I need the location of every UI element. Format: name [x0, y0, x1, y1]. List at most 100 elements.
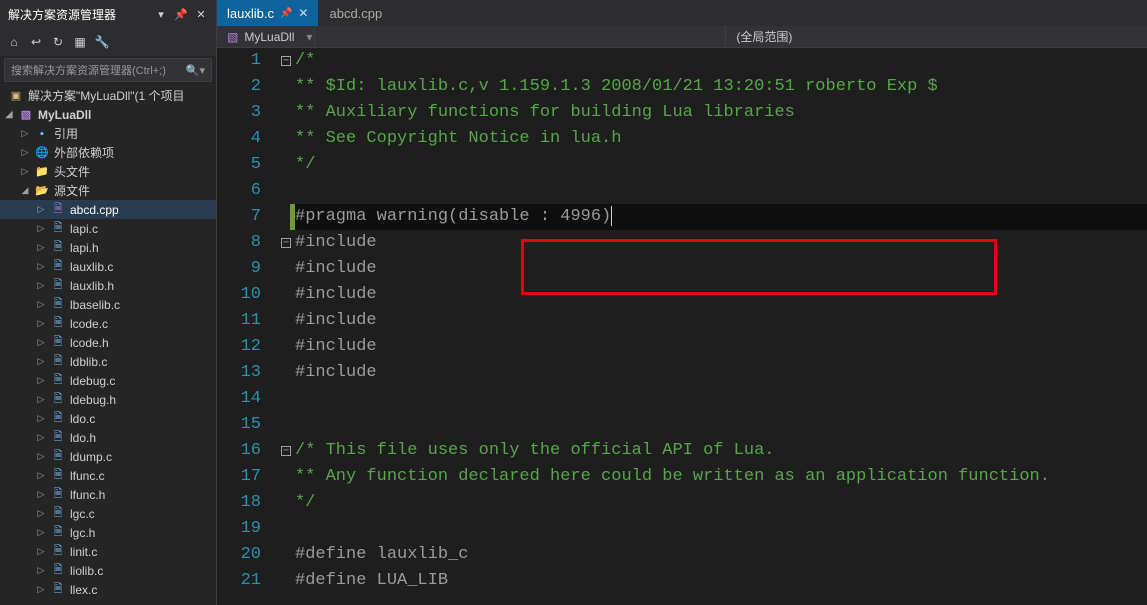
file-item[interactable]: ▷🗎llex.c	[0, 580, 216, 599]
fold-toggle[interactable]: −	[281, 238, 291, 248]
expander-icon[interactable]: ▷	[36, 547, 46, 557]
file-item[interactable]: ▷🗎lauxlib.h	[0, 276, 216, 295]
expander-icon[interactable]: ▷	[36, 319, 46, 329]
close-icon[interactable]: ✕	[298, 6, 308, 20]
chevron-down-icon[interactable]: ▾	[304, 30, 314, 44]
expander-icon[interactable]: ▷	[36, 338, 46, 348]
code-lines[interactable]: /*** $Id: lauxlib.c,v 1.159.1.3 2008/01/…	[295, 48, 1147, 605]
file-item[interactable]: ▷🗎lgc.h	[0, 523, 216, 542]
code-line[interactable]: #pragma warning(disable : 4996)	[295, 204, 1147, 230]
breadcrumb-project[interactable]: ▧ MyLuaDll	[217, 30, 304, 44]
search-placeholder: 搜索解决方案资源管理器(Ctrl+;)	[11, 62, 186, 78]
expander-icon[interactable]: ▷	[36, 452, 46, 462]
file-item[interactable]: ▷🗎ldebug.c	[0, 371, 216, 390]
file-item[interactable]: ▷🗎lcode.c	[0, 314, 216, 333]
file-item[interactable]: ▷🗎lfunc.h	[0, 485, 216, 504]
expander-icon[interactable]: ▷	[36, 376, 46, 386]
expander-icon[interactable]: ▷	[36, 224, 46, 234]
fold-column[interactable]: − − −	[277, 48, 295, 605]
file-icon: 🗎	[50, 563, 66, 579]
file-item[interactable]: ▷🗎lfunc.c	[0, 466, 216, 485]
expander-icon[interactable]: ▷	[20, 129, 30, 139]
expander-icon[interactable]: ▷	[36, 566, 46, 576]
expander-icon[interactable]: ▷	[36, 414, 46, 424]
properties-icon[interactable]: 🔧	[94, 34, 110, 50]
expander-icon[interactable]: ▷	[36, 509, 46, 519]
file-item[interactable]: ▷🗎abcd.cpp	[0, 200, 216, 219]
expander-icon[interactable]: ▷	[36, 433, 46, 443]
expander-icon[interactable]: ◢	[20, 186, 30, 196]
code-line[interactable]: #include	[295, 360, 1147, 386]
file-item[interactable]: ▷🗎ldebug.h	[0, 390, 216, 409]
file-item[interactable]: ▷🗎lbaselib.c	[0, 295, 216, 314]
code-line[interactable]: /*	[295, 48, 1147, 74]
expander-icon[interactable]: ▷	[20, 148, 30, 158]
code-line[interactable]	[295, 412, 1147, 438]
file-item[interactable]: ▷🗎lapi.h	[0, 238, 216, 257]
expander-icon[interactable]: ▷	[36, 300, 46, 310]
code-line[interactable]: #define lauxlib_c	[295, 542, 1147, 568]
fold-toggle[interactable]: −	[281, 446, 291, 456]
code-line[interactable]: #define LUA_LIB	[295, 568, 1147, 594]
expander-icon[interactable]: ▷	[36, 205, 46, 215]
fold-toggle[interactable]: −	[281, 56, 291, 66]
code-line[interactable]: ** $Id: lauxlib.c,v 1.159.1.3 2008/01/21…	[295, 74, 1147, 100]
code-line[interactable]: #include	[295, 282, 1147, 308]
code-line[interactable]	[295, 516, 1147, 542]
tab-abcd-cpp[interactable]: abcd.cpp	[319, 0, 392, 26]
code-line[interactable]: */	[295, 490, 1147, 516]
code-line[interactable]: #include	[295, 230, 1147, 256]
sync-icon[interactable]: ↻	[50, 34, 66, 50]
code-editor[interactable]: 123456789101112131415161718192021 −−− /*…	[217, 48, 1147, 605]
expander-icon[interactable]: ▷	[36, 490, 46, 500]
file-item[interactable]: ▷🗎lauxlib.c	[0, 257, 216, 276]
code-line[interactable]: ** Auxiliary functions for building Lua …	[295, 100, 1147, 126]
solution-tree[interactable]: ▣ 解决方案"MyLuaDll"(1 个项目 ◢ ▧ MyLuaDll ▷ ▪ …	[0, 84, 216, 605]
pin-icon[interactable]: 📌	[174, 7, 188, 21]
external-deps-node[interactable]: ▷ 🌐 外部依赖项	[0, 143, 216, 162]
code-line[interactable]: #include	[295, 256, 1147, 282]
references-node[interactable]: ▷ ▪ 引用	[0, 124, 216, 143]
file-item[interactable]: ▷🗎liolib.c	[0, 561, 216, 580]
expander-icon[interactable]: ▷	[36, 243, 46, 253]
expander-icon[interactable]: ▷	[36, 357, 46, 367]
project-node[interactable]: ◢ ▧ MyLuaDll	[0, 105, 216, 124]
solution-node[interactable]: ▣ 解决方案"MyLuaDll"(1 个项目	[0, 86, 216, 105]
expander-icon[interactable]: ▷	[20, 167, 30, 177]
panel-dropdown-icon[interactable]: ▾	[154, 7, 168, 21]
expander-icon[interactable]: ▷	[36, 528, 46, 538]
code-line[interactable]	[295, 178, 1147, 204]
code-line[interactable]: ** Any function declared here could be w…	[295, 464, 1147, 490]
expander-icon[interactable]: ▷	[36, 281, 46, 291]
file-item[interactable]: ▷🗎lgc.c	[0, 504, 216, 523]
code-line[interactable]: /* This file uses only the official API …	[295, 438, 1147, 464]
headers-node[interactable]: ▷ 📁 头文件	[0, 162, 216, 181]
code-line[interactable]: #include	[295, 308, 1147, 334]
file-item[interactable]: ▷🗎ldo.h	[0, 428, 216, 447]
expander-icon[interactable]: ▷	[36, 585, 46, 595]
code-line[interactable]: */	[295, 152, 1147, 178]
expander-icon[interactable]: ▷	[36, 471, 46, 481]
file-item[interactable]: ▷🗎ldblib.c	[0, 352, 216, 371]
tab-lauxlib-c[interactable]: lauxlib.c📌✕	[217, 0, 318, 26]
pin-icon[interactable]: 📌	[280, 8, 292, 19]
home-icon[interactable]: ⌂	[6, 34, 22, 50]
code-line[interactable]: #include	[295, 334, 1147, 360]
expander-icon[interactable]: ▷	[36, 395, 46, 405]
file-icon: 🗎	[50, 373, 66, 389]
close-icon[interactable]: ✕	[194, 7, 208, 21]
code-line[interactable]	[295, 386, 1147, 412]
sources-node[interactable]: ◢ 📂 源文件	[0, 181, 216, 200]
file-item[interactable]: ▷🗎linit.c	[0, 542, 216, 561]
breadcrumb-scope[interactable]: (全局范围)	[726, 28, 792, 45]
file-item[interactable]: ▷🗎lcode.h	[0, 333, 216, 352]
expander-icon[interactable]: ▷	[36, 262, 46, 272]
file-item[interactable]: ▷🗎ldump.c	[0, 447, 216, 466]
code-line[interactable]: ** See Copyright Notice in lua.h	[295, 126, 1147, 152]
show-all-icon[interactable]: ▦	[72, 34, 88, 50]
search-input[interactable]: 搜索解决方案资源管理器(Ctrl+;) 🔍 ▾	[4, 58, 212, 82]
expander-icon[interactable]: ◢	[4, 110, 14, 120]
file-item[interactable]: ▷🗎ldo.c	[0, 409, 216, 428]
file-item[interactable]: ▷🗎lapi.c	[0, 219, 216, 238]
back-icon[interactable]: ↩	[28, 34, 44, 50]
